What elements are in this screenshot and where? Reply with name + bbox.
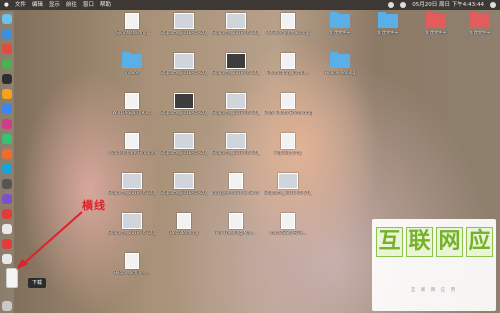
watermark-subtitle: 互 联 网 应 用 bbox=[410, 288, 458, 293]
annotation-label: 横线 bbox=[82, 199, 106, 212]
watermark: 互 联 网 应 互 联 网 应 用 bbox=[372, 219, 496, 311]
watermark-char: 应 bbox=[466, 227, 493, 257]
watermark-char: 互 bbox=[376, 227, 403, 257]
watermark-char: 联 bbox=[406, 227, 433, 257]
watermark-char: 网 bbox=[436, 227, 463, 257]
